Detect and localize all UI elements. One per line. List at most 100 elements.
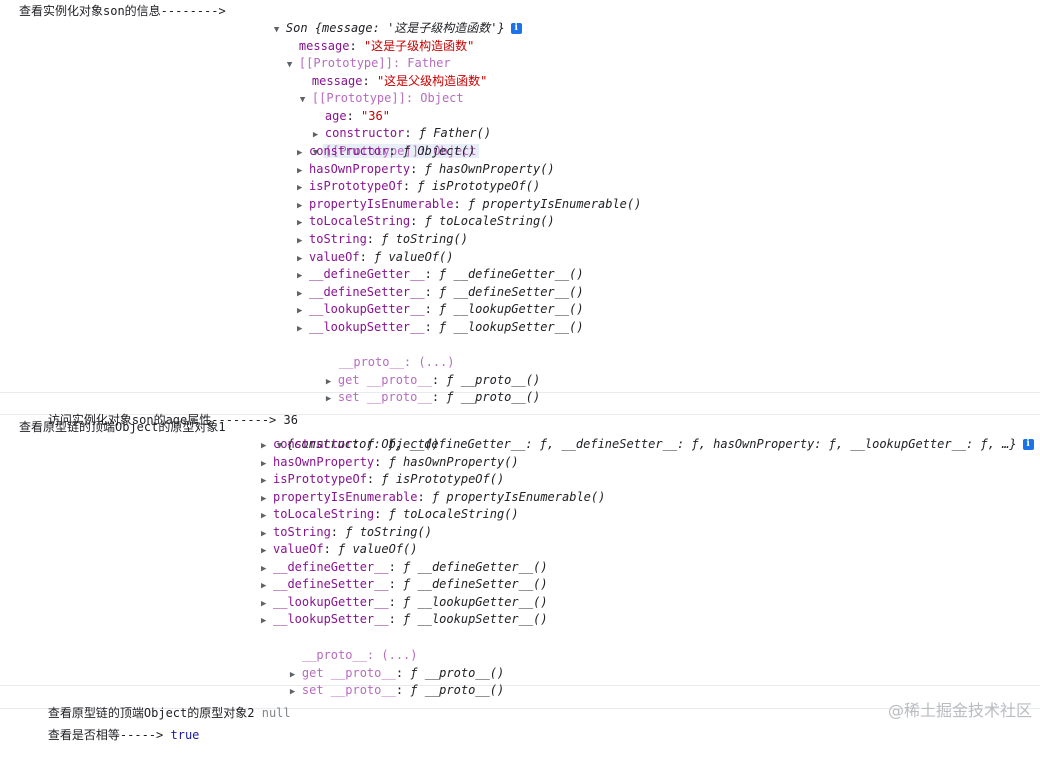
member-value: ƒ toString() — [381, 232, 468, 246]
member-lookupsetter[interactable]: ▶ __lookupSetter__: ƒ __lookupSetter__() — [297, 319, 584, 336]
member-key: propertyIsEnumerable — [309, 196, 454, 211]
son-message-prop: message: "这是子级构造函数" — [298, 39, 475, 53]
member-definegetter[interactable]: ▶ __defineGetter__: ƒ __defineGetter__() — [261, 559, 548, 576]
collapse-triangle-icon[interactable]: ▶ — [261, 596, 273, 613]
member-definegetter[interactable]: ▶ __defineGetter__: ƒ __defineGetter__() — [297, 266, 584, 283]
member-value: ƒ __lookupGetter__() — [403, 594, 548, 609]
member-isprototypeof[interactable]: ▶ isPrototypeOf: ƒ isPrototypeOf() — [261, 471, 504, 488]
member-key: toString — [309, 232, 367, 246]
member-key: toLocaleString — [309, 214, 411, 229]
member-value: ƒ Object() — [402, 144, 476, 158]
collapse-triangle-icon[interactable]: ▶ — [297, 303, 309, 320]
member-definesetter[interactable]: ▶ __defineSetter__: ƒ __defineSetter__() — [297, 284, 584, 301]
son-object-header[interactable]: ▼ Son {message: '这是子级构造函数'} i — [245, 3, 522, 35]
get-proto[interactable]: ▶ get __proto__: ƒ __proto__() — [297, 355, 540, 387]
collapse-triangle-icon[interactable]: ▶ — [297, 180, 309, 197]
console-message-son-info: 查看实例化对象son的信息--------> ▼ Son {message: '这… — [0, 0, 1040, 404]
collapse-triangle-icon[interactable]: ▶ — [261, 526, 273, 543]
log-value: true — [170, 728, 200, 742]
collapse-triangle-icon[interactable]: ▶ — [297, 198, 309, 215]
object-prototype-node[interactable]: ▼ [[Prototype]]: Object — [271, 73, 464, 105]
member-value: ƒ __lookupSetter__() — [439, 320, 584, 334]
collapse-triangle-icon[interactable]: ▶ — [297, 163, 309, 180]
member-lookupgetter[interactable]: ▶ __lookupGetter__: ƒ __lookupGetter__() — [297, 301, 584, 318]
collapse-triangle-icon[interactable]: ▶ — [261, 438, 273, 455]
member-tolocalestring[interactable]: ▶ toLocaleString: ƒ toLocaleString() — [297, 213, 555, 230]
collapse-triangle-icon[interactable]: ▶ — [297, 251, 309, 268]
collapse-triangle-icon[interactable]: ▶ — [261, 508, 273, 525]
member-value: ƒ toLocaleString() — [388, 507, 519, 521]
member-constructor[interactable]: ▶ constructor: ƒ Object() — [297, 143, 475, 160]
proto-accessor[interactable]: __proto__: (...) — [310, 337, 455, 369]
member-key: __defineGetter__ — [273, 559, 389, 574]
collapse-triangle-icon[interactable]: ▶ — [261, 456, 273, 473]
collapse-triangle-icon[interactable]: ▶ — [261, 578, 273, 595]
collapse-triangle-icon[interactable]: ▶ — [297, 233, 309, 250]
member-value: ƒ __defineSetter__() — [439, 284, 584, 299]
member-key: isPrototypeOf — [273, 472, 367, 486]
member-lookupgetter[interactable]: ▶ __lookupGetter__: ƒ __lookupGetter__() — [261, 594, 548, 611]
console-message-age: 访问实例化对象son的age属性--------> 36 — [0, 393, 1040, 427]
member-hasownproperty[interactable]: ▶ hasOwnProperty: ƒ hasOwnProperty() — [297, 161, 555, 178]
member-value: ƒ __lookupSetter__() — [403, 612, 548, 626]
log-label: 查看原型链的顶端Object的原型对象1 — [19, 420, 226, 434]
member-valueof[interactable]: ▶ valueOf: ƒ valueOf() — [261, 541, 418, 558]
member-value: ƒ propertyIsEnumerable() — [467, 196, 642, 211]
member-value: ƒ hasOwnProperty() — [388, 454, 519, 469]
member-isprototypeof[interactable]: ▶ isPrototypeOf: ƒ isPrototypeOf() — [297, 178, 540, 195]
collapse-triangle-icon[interactable]: ▶ — [297, 215, 309, 232]
member-key: toLocaleString — [273, 507, 375, 521]
member-value: ƒ hasOwnProperty() — [424, 161, 555, 176]
collapse-triangle-icon[interactable]: ▶ — [297, 286, 309, 303]
collapse-triangle-icon[interactable]: ▶ — [261, 491, 273, 508]
member-tolocalestring[interactable]: ▶ toLocaleString: ƒ toLocaleString() — [261, 506, 519, 523]
member-value: ƒ Object() — [366, 437, 440, 451]
member-key: propertyIsEnumerable — [273, 489, 418, 504]
member-value: ƒ valueOf() — [374, 249, 454, 264]
member-key: valueOf — [309, 249, 360, 264]
member-key: constructor — [309, 144, 389, 158]
member-propertyisenumerable[interactable]: ▶ propertyIsEnumerable: ƒ propertyIsEnume… — [297, 196, 641, 213]
info-icon[interactable]: i — [510, 23, 522, 34]
collapse-triangle-icon[interactable]: ▶ — [297, 268, 309, 285]
member-valueof[interactable]: ▶ valueOf: ƒ valueOf() — [297, 249, 454, 266]
member-key: __lookupSetter__ — [309, 320, 425, 334]
member-definesetter[interactable]: ▶ __defineSetter__: ƒ __defineSetter__() — [261, 576, 548, 593]
info-icon[interactable]: i — [1022, 439, 1034, 450]
console-message-equality: 查看是否相等-----> true — [0, 709, 1040, 742]
member-key: __lookupSetter__ — [273, 612, 389, 626]
set-proto[interactable]: ▶ set __proto__: ƒ __proto__() — [297, 372, 540, 404]
collapse-triangle-icon[interactable]: ▶ — [297, 145, 309, 162]
member-tostring[interactable]: ▶ toString: ƒ toString() — [297, 231, 468, 248]
member-value: ƒ toString() — [345, 524, 432, 539]
collapse-triangle-icon[interactable]: ▶ — [297, 321, 309, 338]
member-value: ƒ __defineGetter__() — [439, 267, 584, 282]
member-key: hasOwnProperty — [309, 161, 411, 176]
constructor-father-prop[interactable]: ▶ constructor: ƒ Father() — [284, 108, 491, 140]
object-proto-header[interactable]: ▼ {constructor: ƒ, __defineGetter__: ƒ, _… — [248, 419, 1034, 451]
member-value: ƒ toLocaleString() — [424, 214, 555, 229]
age-prop: age: "36" — [324, 109, 390, 123]
member-key: __defineSetter__ — [273, 577, 389, 591]
collapse-triangle-icon[interactable]: ▶ — [261, 543, 273, 560]
log-label: 查看实例化对象son的信息--------> — [19, 4, 226, 18]
member-value: ƒ valueOf() — [338, 542, 418, 556]
father-message-prop: message: "这是父级构造函数" — [311, 74, 488, 88]
proto-accessor[interactable]: __proto__: (...) — [273, 630, 418, 662]
object-prototype-node-2[interactable]: ▼ [[Prototype]]: Object — [284, 126, 479, 158]
member-key: __lookupGetter__ — [273, 594, 389, 609]
member-value: ƒ propertyIsEnumerable() — [431, 489, 606, 504]
member-tostring[interactable]: ▶ toString: ƒ toString() — [261, 524, 432, 541]
member-lookupsetter[interactable]: ▶ __lookupSetter__: ƒ __lookupSetter__() — [261, 611, 548, 628]
member-key: hasOwnProperty — [273, 454, 375, 469]
father-prototype-node[interactable]: ▼ [[Prototype]]: Father — [258, 38, 451, 70]
collapse-triangle-icon[interactable]: ▶ — [261, 613, 273, 630]
get-proto[interactable]: ▶ get __proto__: ƒ __proto__() — [261, 648, 504, 680]
member-constructor[interactable]: ▶ constructor: ƒ Object() — [261, 436, 439, 453]
set-proto[interactable]: ▶ set __proto__: ƒ __proto__() — [261, 665, 504, 697]
member-hasownproperty[interactable]: ▶ hasOwnProperty: ƒ hasOwnProperty() — [261, 454, 519, 471]
collapse-triangle-icon[interactable]: ▶ — [261, 473, 273, 490]
member-value: ƒ __lookupGetter__() — [439, 302, 584, 317]
member-propertyisenumerable[interactable]: ▶ propertyIsEnumerable: ƒ propertyIsEnume… — [261, 489, 605, 506]
collapse-triangle-icon[interactable]: ▶ — [261, 561, 273, 578]
